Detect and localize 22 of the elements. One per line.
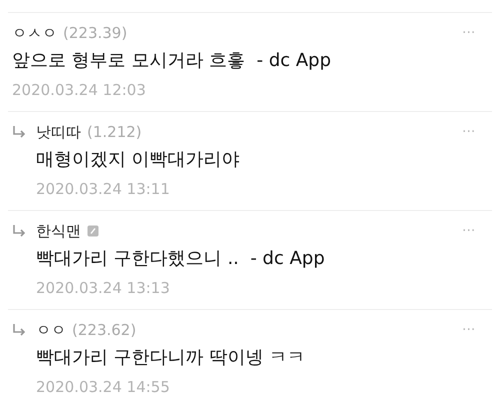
reply-arrow-icon <box>12 323 26 337</box>
comment-author: ㅇㅇ <box>36 320 66 340</box>
more-options[interactable]: ··· <box>462 318 492 342</box>
comment-date: 2020.03.24 13:13 <box>36 278 171 299</box>
comment-author: 한식맨 <box>36 222 81 240</box>
comment-ip: (223.39) <box>63 24 128 42</box>
more-options[interactable]: ··· <box>462 21 492 45</box>
comment-text: 매형이겠지 이빡대가리야 <box>36 148 241 172</box>
comment-text: 빡대가리 구한다했으니 .. - dc App <box>36 247 326 271</box>
comment-author: ㅇㅅㅇ <box>12 24 57 42</box>
more-options[interactable]: ··· <box>462 219 492 243</box>
comment-date: 2020.03.24 14:55 <box>36 377 171 398</box>
comment-text: 빡대가리 구한다니까 딱이넹 ㅋㅋ <box>36 346 306 370</box>
comment-date: 2020.03.24 12:03 <box>12 80 147 101</box>
comment-ip: (223.62) <box>72 321 136 339</box>
comment-ip: (1.212) <box>87 123 142 141</box>
more-options[interactable]: ··· <box>462 120 492 144</box>
comment-author: 낫띠따 <box>36 122 81 142</box>
reply-arrow-icon <box>12 125 26 139</box>
comment-text: 앞으로 형부로 모시거라 흐흫 - dc App <box>12 49 332 73</box>
comment-date: 2020.03.24 13:11 <box>36 179 171 200</box>
reply-arrow-icon <box>12 224 26 238</box>
